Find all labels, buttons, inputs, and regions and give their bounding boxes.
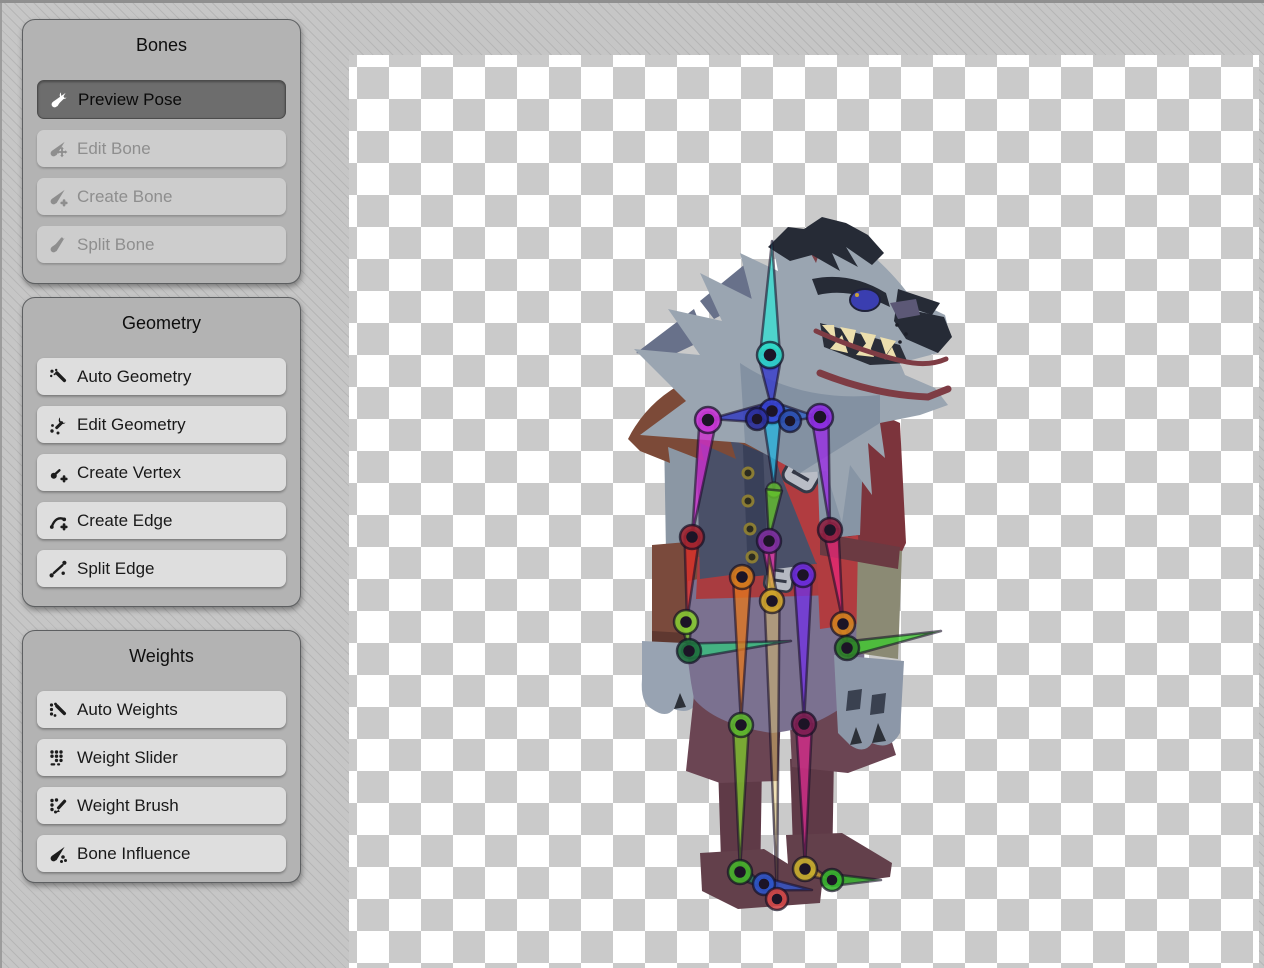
joint-chest-left[interactable] bbox=[746, 408, 768, 430]
create-edge-button[interactable]: Create Edge bbox=[37, 502, 286, 539]
joint-root[interactable] bbox=[766, 888, 788, 910]
joint-hand-left[interactable] bbox=[677, 639, 701, 663]
joint-chest-right[interactable] bbox=[779, 410, 801, 432]
joint-knee-left[interactable] bbox=[729, 713, 753, 737]
auto-geometry-button[interactable]: Auto Geometry bbox=[37, 358, 286, 395]
bones-panel-title: Bones bbox=[37, 32, 286, 58]
bone-influence-icon bbox=[45, 844, 71, 864]
joint-hand-right[interactable] bbox=[835, 636, 859, 660]
joint-wrist-right[interactable] bbox=[831, 612, 855, 636]
auto-weights-icon bbox=[45, 700, 71, 720]
skinning-editor-window: Bones Preview Pose Edit Bone Create Bone… bbox=[0, 0, 1264, 968]
preview-pose-button[interactable]: Preview Pose bbox=[37, 80, 286, 119]
character-sprite[interactable] bbox=[628, 217, 952, 909]
edit-bone-button[interactable]: Edit Bone bbox=[37, 130, 286, 167]
joint-elbow-right[interactable] bbox=[818, 518, 842, 542]
edit-geometry-button[interactable]: Edit Geometry bbox=[37, 406, 286, 443]
preview-pose-icon bbox=[46, 90, 72, 110]
joint-elbow-left[interactable] bbox=[680, 525, 704, 549]
joint-pelvis[interactable] bbox=[757, 529, 781, 553]
bone-influence-button[interactable]: Bone Influence bbox=[37, 835, 286, 872]
auto-geometry-icon bbox=[45, 367, 71, 387]
weight-brush-icon bbox=[45, 796, 71, 816]
weights-panel-title: Weights bbox=[37, 643, 286, 669]
edit-bone-icon bbox=[45, 139, 71, 159]
weight-slider-button[interactable]: Weight Slider bbox=[37, 739, 286, 776]
create-vertex-icon bbox=[45, 463, 71, 483]
split-bone-icon bbox=[45, 235, 71, 255]
joint-hip-right[interactable] bbox=[791, 563, 815, 587]
joint-shoulder-left[interactable] bbox=[695, 407, 721, 433]
joint-neck[interactable] bbox=[757, 342, 783, 368]
joint-wrist-left[interactable] bbox=[674, 610, 698, 634]
split-edge-button[interactable]: Split Edge bbox=[37, 550, 286, 587]
geometry-panel: Geometry Auto Geometry Edit Geometry Cre… bbox=[22, 297, 301, 607]
auto-weights-button[interactable]: Auto Weights bbox=[37, 691, 286, 728]
joint-tail-base[interactable] bbox=[760, 589, 784, 613]
weights-panel: Weights Auto Weights Weight Slider Weigh… bbox=[22, 630, 301, 883]
edit-geometry-icon bbox=[45, 415, 71, 435]
weight-slider-icon bbox=[45, 748, 71, 768]
scene-svg bbox=[349, 55, 1259, 968]
geometry-panel-title: Geometry bbox=[37, 310, 286, 336]
split-bone-button[interactable]: Split Bone bbox=[37, 226, 286, 263]
create-bone-button[interactable]: Create Bone bbox=[37, 178, 286, 215]
create-bone-icon bbox=[45, 187, 71, 207]
sprite-canvas[interactable] bbox=[349, 55, 1259, 968]
joint-ankle-left[interactable] bbox=[728, 860, 752, 884]
weight-brush-button[interactable]: Weight Brush bbox=[37, 787, 286, 824]
create-edge-icon bbox=[45, 511, 71, 531]
joint-hip-left[interactable] bbox=[730, 565, 754, 589]
joint-knee-right[interactable] bbox=[792, 712, 816, 736]
joint-ankle-right[interactable] bbox=[793, 857, 817, 881]
bones-panel: Bones Preview Pose Edit Bone Create Bone… bbox=[22, 19, 301, 284]
split-edge-icon bbox=[45, 559, 71, 579]
joint-shoulder-right[interactable] bbox=[807, 404, 833, 430]
joint-toe-right[interactable] bbox=[821, 869, 843, 891]
create-vertex-button[interactable]: Create Vertex bbox=[37, 454, 286, 491]
